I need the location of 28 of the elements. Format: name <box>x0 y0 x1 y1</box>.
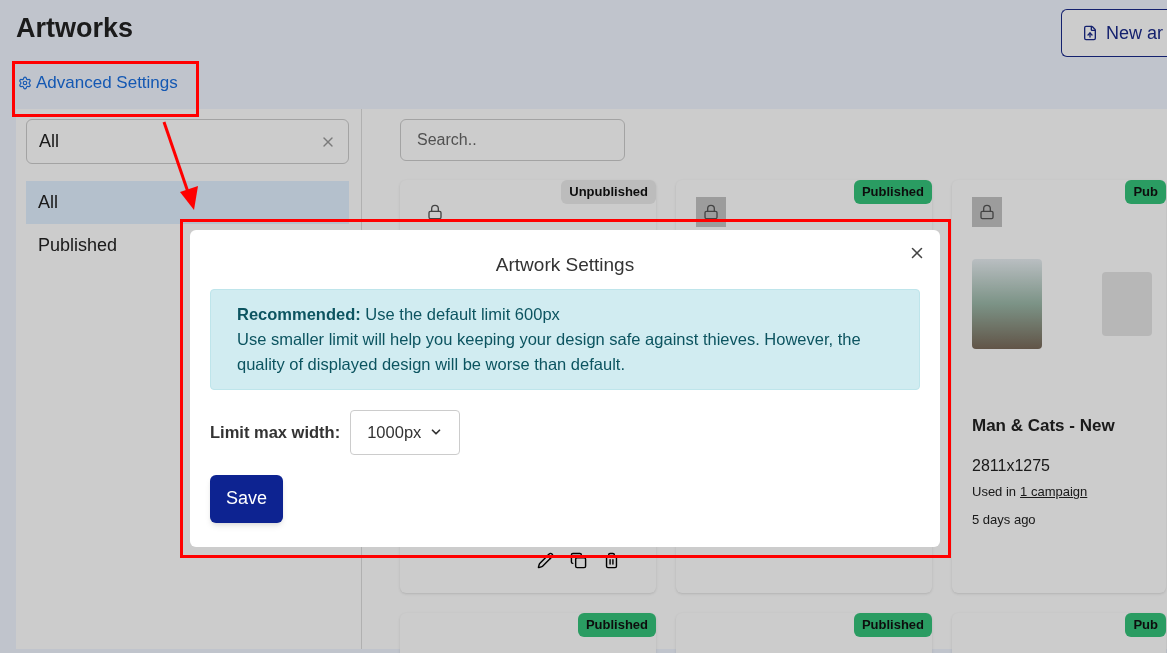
filter-item[interactable]: All <box>26 181 349 224</box>
search-field[interactable]: Search.. <box>400 119 625 161</box>
campaign-link[interactable]: 1 campaign <box>1020 482 1088 502</box>
modal-title: Artwork Settings <box>494 253 636 277</box>
artwork-size: 2811x1275 <box>972 456 1051 476</box>
limit-label: Limit max width: <box>210 421 341 443</box>
advanced-settings-link[interactable]: Advanced Settings <box>18 70 178 96</box>
save-button[interactable]: Save <box>210 474 283 523</box>
copy-icon[interactable] <box>570 552 587 569</box>
usage-text: Used in <box>972 483 1017 501</box>
status-badge: Published <box>853 180 932 204</box>
page-title: Artworks <box>16 12 134 45</box>
trash-icon[interactable] <box>603 552 620 569</box>
artwork-title: Man & Cats - New <box>972 414 1116 437</box>
status-badge: Published <box>853 613 932 637</box>
time-text: 5 days ago <box>972 510 1037 529</box>
edit-icon[interactable] <box>537 552 554 569</box>
filter-select[interactable]: All <box>26 119 349 164</box>
new-artwork-button[interactable]: New ar <box>1061 9 1167 57</box>
width-select[interactable]: 1000px <box>350 409 461 455</box>
status-badge: Unpublished <box>561 180 656 204</box>
status-badge: Pub <box>1125 613 1166 637</box>
gear-icon <box>18 75 32 90</box>
alert-text: Use smaller limit will help you keeping your design safe against thieves. However, the quality of displayed design will be worse than default. <box>237 328 862 375</box>
status-badge: Pub <box>1125 180 1166 204</box>
status-badge: Published <box>577 613 656 637</box>
alert-text: Recommended: Use the default limit 600px <box>237 303 561 325</box>
file-upload-icon <box>1082 25 1098 41</box>
